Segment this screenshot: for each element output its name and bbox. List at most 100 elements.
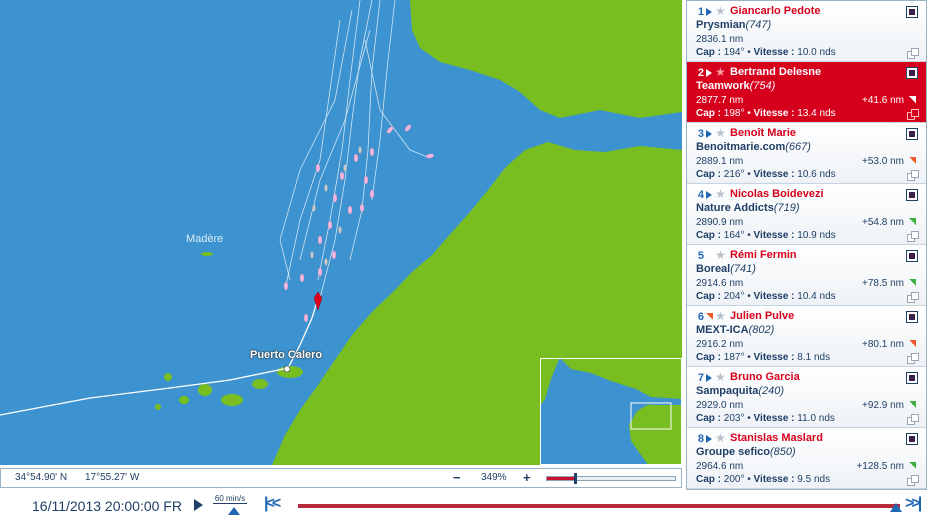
rank-number: 7	[697, 372, 704, 384]
timeline-track[interactable]	[298, 504, 900, 508]
skipper-name[interactable]: Bertrand Delesne	[730, 66, 821, 78]
rank-up-icon	[706, 252, 713, 259]
rank-number: 8	[697, 433, 704, 445]
copy-icon[interactable]	[907, 292, 919, 303]
boat-name: Boreal(741)	[696, 263, 756, 275]
separator-dot: •	[747, 108, 751, 119]
favorite-star-icon[interactable]: ★	[715, 187, 726, 201]
gap-trend-icon	[909, 340, 916, 347]
copy-icon[interactable]	[907, 414, 919, 425]
race-tracker-app: Madère Puerto Calero 34°54.90' N 17°55.2…	[0, 0, 927, 519]
latitude-readout: 34°54.90' N	[15, 472, 68, 483]
zoom-slider-fill	[547, 477, 576, 480]
select-boat-checkbox[interactable]	[906, 189, 918, 201]
ranking-row[interactable]: 5 ★ Rémi Fermin Boreal(741) 2914.6 nm +78.5 n…	[687, 245, 926, 306]
separator-dot: •	[747, 474, 751, 485]
ranking-row[interactable]: 7 ★ Bruno Garcia Sampaquita(240) 2929.0 nm +9…	[687, 367, 926, 428]
sail-number: (850)	[769, 446, 796, 458]
overview-minimap[interactable]	[540, 358, 682, 465]
port-marker	[283, 365, 291, 373]
favorite-star-icon[interactable]: ★	[715, 431, 726, 445]
boat-marker	[317, 267, 323, 277]
copy-icon[interactable]	[907, 353, 919, 364]
select-boat-checkbox[interactable]	[906, 250, 918, 262]
rank-number: 5	[697, 250, 704, 262]
vitesse-label: Vitesse :	[753, 169, 795, 180]
rewind-to-start-button[interactable]: |<<	[264, 495, 281, 513]
favorite-star-icon[interactable]: ★	[715, 309, 726, 323]
select-boat-checkbox[interactable]	[906, 128, 918, 140]
heading-speed: Cap : 216° • Vitesse : 10.6 nds	[696, 169, 836, 180]
ranking-panel[interactable]: 1 ★ Giancarlo Pedote Prysmian(747) 2836.1 nm…	[686, 0, 927, 490]
skipper-name[interactable]: Nicolas Boidevezi	[730, 188, 824, 200]
skipper-name[interactable]: Benoît Marie	[730, 127, 796, 139]
select-boat-checkbox[interactable]	[906, 311, 918, 323]
favorite-star-icon[interactable]: ★	[715, 126, 726, 140]
zoom-slider-handle[interactable]	[574, 473, 578, 484]
rank-number: 3	[697, 128, 704, 140]
cap-label: Cap :	[696, 108, 721, 119]
skipper-name[interactable]: Giancarlo Pedote	[730, 5, 820, 17]
zoom-out-button[interactable]: −	[453, 470, 461, 485]
boat-marker	[369, 147, 375, 157]
favorite-star-icon[interactable]: ★	[715, 65, 726, 79]
favorite-star-icon[interactable]: ★	[715, 248, 726, 262]
favorite-star-icon[interactable]: ★	[715, 4, 726, 18]
skipper-name[interactable]: Stanislas Maslard	[730, 432, 823, 444]
ranking-row[interactable]: 3 ★ Benoît Marie Benoitmarie.com(667) 2889.1…	[687, 123, 926, 184]
skipper-name[interactable]: Julien Pulve	[730, 310, 794, 322]
heading-speed: Cap : 187° • Vitesse : 8.1 nds	[696, 352, 830, 363]
distance-to-finish: 2877.7 nm	[696, 95, 744, 106]
play-icon[interactable]	[194, 499, 203, 511]
copy-icon[interactable]	[907, 475, 919, 486]
distance-to-finish: 2890.9 nm	[696, 217, 744, 228]
skipper-name[interactable]: Rémi Fermin	[730, 249, 797, 261]
forward-to-end-button[interactable]: >>|	[905, 495, 922, 513]
ranking-row[interactable]: 4 ★ Nicolas Boidevezi Nature Addicts(719) 28…	[687, 184, 926, 245]
ranking-row[interactable]: 8 ★ Stanislas Maslard Groupe sefico(850) 296…	[687, 428, 926, 489]
cap-label: Cap :	[696, 47, 721, 58]
cap-label: Cap :	[696, 413, 721, 424]
boat-name: Prysmian(747)	[696, 19, 771, 31]
copy-icon[interactable]	[907, 231, 919, 242]
boat-marker	[324, 184, 328, 192]
speed-slider-handle[interactable]	[228, 507, 240, 515]
boat-marker	[363, 175, 369, 185]
race-map[interactable]: Madère Puerto Calero	[0, 0, 682, 465]
madeira-island	[201, 252, 213, 256]
copy-icon[interactable]	[907, 170, 919, 181]
gap-to-leader: +41.6 nm	[862, 95, 904, 106]
vitesse-label: Vitesse :	[753, 413, 795, 424]
play-arrow-icon	[706, 191, 712, 199]
boat-marker	[359, 203, 365, 213]
zoom-in-button[interactable]: +	[523, 470, 531, 485]
boat-name: Groupe sefico(850)	[696, 446, 796, 458]
select-boat-checkbox[interactable]	[906, 67, 918, 79]
select-boat-checkbox[interactable]	[906, 433, 918, 445]
boat-marker	[425, 153, 435, 159]
playback-speed[interactable]: 60 min/s	[213, 494, 247, 504]
select-boat-checkbox[interactable]	[906, 372, 918, 384]
boat-marker	[332, 193, 338, 203]
copy-icon[interactable]	[907, 109, 919, 120]
select-boat-checkbox[interactable]	[906, 6, 918, 18]
vitesse-label: Vitesse :	[753, 291, 795, 302]
copy-icon[interactable]	[907, 48, 919, 59]
gap-trend-icon	[909, 96, 916, 103]
cap-value: 216°	[723, 169, 745, 180]
skipper-name[interactable]: Bruno Garcia	[730, 371, 800, 383]
separator-dot: •	[747, 230, 751, 241]
zoom-slider[interactable]	[546, 473, 676, 484]
cap-label: Cap :	[696, 169, 721, 180]
favorite-star-icon[interactable]: ★	[715, 370, 726, 384]
rank-number: 1	[697, 6, 704, 18]
boat-marker	[386, 126, 394, 134]
play-arrow-icon	[706, 130, 712, 138]
timeline-handle[interactable]	[890, 503, 902, 512]
ranking-row[interactable]: 1 ★ Giancarlo Pedote Prysmian(747) 2836.1 nm…	[687, 1, 926, 62]
boat-label: Teamwork	[696, 80, 750, 92]
boat-name: MEXT-ICA(802)	[696, 324, 774, 336]
ranking-row[interactable]: 2 ★ Bertrand Delesne Teamwork(754) 2877.7 nm…	[687, 62, 926, 123]
vitesse-label: Vitesse :	[753, 108, 795, 119]
ranking-row[interactable]: 6 ★ Julien Pulve MEXT-ICA(802) 2916.2 nm +80.…	[687, 306, 926, 367]
